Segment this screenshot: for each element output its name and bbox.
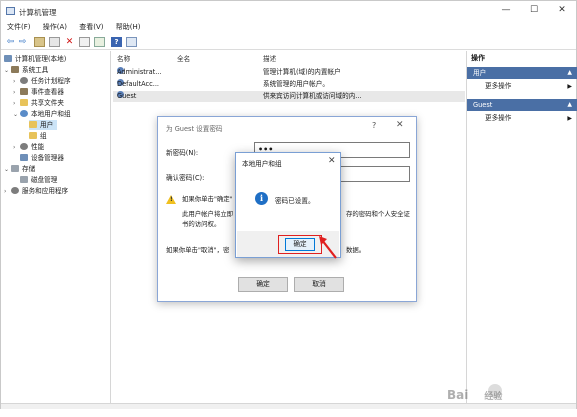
column-fullname[interactable]: 全名 [177,54,190,65]
up-folder-icon[interactable] [34,37,45,47]
watermark: Bai 经验 [447,388,503,402]
chevron-down-icon[interactable]: ⌄ [4,66,11,76]
annotation-arrow-icon [319,236,337,259]
clock-icon [20,77,28,84]
menu-action[interactable]: 操作(A) [43,21,67,34]
tree-item-event-viewer[interactable]: › 事件查看器 [13,87,64,97]
chevron-down-icon[interactable]: ⌄ [4,165,11,175]
more-actions-users[interactable]: 更多操作 ▶ [467,81,577,92]
toolbox-icon [11,66,19,73]
shared-folder-icon [20,99,28,106]
device-manager-icon [20,154,28,161]
play-arrow-icon: ▶ [567,83,572,90]
more-actions-guest[interactable]: 更多操作 ▶ [467,113,577,124]
forward-icon[interactable]: ⇨ [17,37,28,47]
computer-icon [4,55,12,62]
user-description: 管理计算机(域)的内置帐户 [263,68,341,76]
chevron-right-icon[interactable]: › [13,77,20,87]
cancel-info-text: 如果你单击"取消"，密 [166,246,230,254]
table-row[interactable]: DefaultAcc... 系统管理的用户帐户。 [113,79,465,90]
message-text: 密码已设置。 [275,197,315,205]
warning-text-line1: 如果你单击"确定" [182,195,233,203]
tree-item-device-manager[interactable]: 设备管理器 [20,153,64,163]
actions-pane: 操作 用户 ▲ 更多操作 ▶ Guest ▲ 更多操作 ▶ [466,51,577,403]
dialog-close-button[interactable]: ✕ [396,120,404,130]
storage-icon [11,165,19,172]
close-button[interactable]: ✕ [548,1,576,21]
delete-icon[interactable]: ✕ [64,37,75,47]
performance-icon [20,143,28,150]
folder-icon [29,121,37,128]
dialog-title: 为 Guest 设置密码 [166,125,223,133]
confirm-password-label: 确认密码(C): [166,174,205,182]
minimize-button[interactable]: — [492,1,520,21]
bottom-strip [0,409,577,417]
message-box-close-button[interactable]: ✕ [328,156,336,166]
list-header: 名称 全名 描述 [113,54,465,65]
message-body: i 密码已设置。 [237,175,339,231]
chevron-down-icon[interactable]: ⌄ [13,110,20,120]
warning-text-line2: 此用户帐户将立即 [182,210,234,218]
warning-text-line2b: 存的密码和个人安全证 [346,210,410,218]
tree-item-local-users-groups[interactable]: ⌄ 本地用户和组 [13,109,71,119]
table-row[interactable]: Administrat... 管理计算机(域)的内置帐户 [113,67,465,78]
tree-item-users[interactable]: 用户 [29,120,58,130]
toolbar: ⇦ ⇨ ✕ ? [1,34,576,50]
column-name[interactable]: 名称 [117,54,130,65]
user-description: 系统管理的用户帐户。 [263,80,329,88]
export-list-icon[interactable] [94,37,105,47]
menu-view[interactable]: 查看(V) [79,21,103,34]
actions-title: 操作 [471,54,485,62]
users-icon [20,110,28,117]
title-bar: 计算机管理 — ☐ ✕ [1,1,576,21]
user-description: 供来宾访问计算机或访问域的内... [263,92,362,100]
help-icon[interactable]: ? [111,37,122,47]
tree-item-system-tools[interactable]: ⌄ 系统工具 [4,65,48,75]
highlight-box [278,235,322,254]
tree-item-shared-folders[interactable]: › 共享文件夹 [13,98,64,108]
disk-icon [20,176,28,183]
ok-button[interactable]: 确定 [238,277,288,292]
chevron-right-icon[interactable]: › [4,187,11,197]
tree-item-services-apps[interactable]: › 服务和应用程序 [4,186,68,196]
collapse-icon: ▲ [567,101,572,108]
tree-item-storage[interactable]: ⌄ 存储 [4,164,35,174]
chevron-right-icon[interactable]: › [13,88,20,98]
computer-management-icon [6,7,15,15]
menu-bar: 文件(F) 操作(A) 查看(V) 帮助(H) [1,21,576,34]
maximize-button[interactable]: ☐ [520,1,548,21]
view-icon[interactable] [126,37,137,47]
message-box-title: 本地用户和组 [242,160,282,168]
show-hide-tree-icon[interactable] [49,37,60,47]
tree-item-groups[interactable]: 组 [29,131,47,141]
chevron-right-icon[interactable]: › [13,143,20,153]
new-password-label: 新密码(N): [166,149,199,157]
menu-file[interactable]: 文件(F) [7,21,31,34]
warning-icon [166,195,176,204]
back-icon[interactable]: ⇦ [5,37,16,47]
collapse-icon: ▲ [567,69,572,76]
help-button[interactable]: ? [372,121,376,130]
tree-item-computer-management[interactable]: 计算机管理(本地) [4,54,66,64]
event-viewer-icon [20,88,28,95]
properties-icon[interactable] [79,37,90,47]
actions-section-users[interactable]: 用户 ▲ [467,67,577,79]
menu-help[interactable]: 帮助(H) [116,21,141,34]
table-row-selected[interactable]: Guest 供来宾访问计算机或访问域的内... [113,91,465,102]
tree-item-performance[interactable]: › 性能 [13,142,44,152]
tree-item-disk-management[interactable]: 磁盘管理 [20,175,57,185]
actions-section-guest[interactable]: Guest ▲ [467,99,577,111]
cancel-info-text-b: 数据。 [346,246,366,254]
services-icon [11,187,19,194]
tree-item-task-scheduler[interactable]: › 任务计划程序 [13,76,71,86]
cancel-button[interactable]: 取消 [294,277,344,292]
info-icon: i [255,192,268,205]
play-arrow-icon: ▶ [567,115,572,122]
column-description[interactable]: 描述 [263,54,276,65]
navigation-tree: 计算机管理(本地) ⌄ 系统工具 › 任务计划程序 › 事件查看器 › 共享文件夹 ⌄ 本… [1,51,111,403]
warning-text-line3: 书的访问权。 [182,220,221,228]
chevron-right-icon[interactable]: › [13,99,20,109]
folder-icon [29,132,37,139]
window-title: 计算机管理 [19,8,57,17]
